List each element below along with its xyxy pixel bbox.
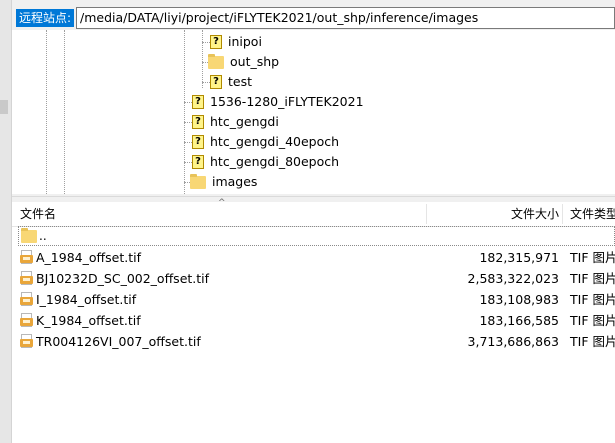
tree-guide-line — [184, 30, 185, 196]
question-mark-icon: ? — [192, 95, 204, 109]
column-divider[interactable] — [562, 204, 563, 224]
column-header-name[interactable]: 文件名 — [20, 202, 56, 226]
file-name: BJ10232D_SC_002_offset.tif — [36, 271, 210, 286]
question-mark-icon: ? — [192, 115, 204, 129]
file-row[interactable]: BJ10232D_SC_002_offset.tif 2,583,322,023… — [12, 268, 615, 289]
remote-site-label: 远程站点: — [16, 9, 75, 27]
file-size: 183,166,585 — [479, 313, 559, 328]
tree-item-label: 1536-1280_iFLYTEK2021 — [210, 94, 364, 109]
column-header-type[interactable]: 文件类型 — [570, 202, 615, 226]
file-row[interactable]: I_1984_offset.tif 183,108,983 TIF 图片 — [12, 289, 615, 310]
tree-item-label: htc_gengdi_80epoch — [210, 154, 340, 169]
tree-item-images[interactable]: images — [190, 172, 259, 192]
file-name: I_1984_offset.tif — [36, 292, 137, 307]
remote-path-input[interactable]: /media/DATA/liyi/project/iFLYTEK2021/out… — [76, 7, 615, 29]
tif-file-icon — [20, 313, 33, 328]
file-list-header: 文件名 ^ 文件大小 文件类型 — [12, 198, 615, 227]
file-row[interactable]: TR004126VI_007_offset.tif 3,713,686,863 … — [12, 331, 615, 352]
tree-item-htc-gengdi-40epoch[interactable]: ? htc_gengdi_40epoch — [192, 132, 341, 152]
file-type: TIF 图片 — [570, 292, 615, 307]
tree-item-label: htc_gengdi_40epoch — [210, 134, 340, 149]
tree-item-label: inipoi — [228, 34, 262, 49]
question-mark-icon: ? — [192, 135, 204, 149]
tree-item-htc-gengdi[interactable]: ? htc_gengdi — [192, 112, 281, 132]
file-row[interactable]: A_1984_offset.tif 182,315,971 TIF 图片 — [12, 247, 615, 268]
file-name: A_1984_offset.tif — [36, 250, 141, 265]
tree-guide-line — [46, 30, 47, 196]
parent-directory-row[interactable]: .. — [18, 226, 615, 246]
question-mark-icon: ? — [210, 75, 222, 89]
file-type: TIF 图片 — [570, 250, 615, 265]
left-pane-edge — [0, 0, 12, 443]
folder-icon — [21, 228, 37, 243]
file-name: TR004126VI_007_offset.tif — [36, 334, 201, 349]
file-type: TIF 图片 — [570, 313, 615, 328]
tree-guide-line — [184, 142, 192, 143]
file-size: 2,583,322,023 — [467, 271, 559, 286]
tree-item-out-shp[interactable]: out_shp — [208, 52, 281, 72]
tree-guide-line — [64, 30, 65, 196]
tree-guide-line — [184, 162, 192, 163]
column-divider[interactable] — [426, 204, 427, 224]
parent-directory-label: .. — [39, 229, 47, 243]
tree-item-inipoi[interactable]: ? inipoi — [210, 32, 264, 52]
file-size: 3,713,686,863 — [467, 334, 559, 349]
tree-guide-line — [184, 122, 192, 123]
file-type: TIF 图片 — [570, 271, 615, 286]
tree-item-1536-1280-iflytek2021[interactable]: ? 1536-1280_iFLYTEK2021 — [192, 92, 366, 112]
file-size: 183,108,983 — [479, 292, 559, 307]
tree-guide-line — [202, 30, 203, 88]
remote-file-list[interactable]: 文件名 ^ 文件大小 文件类型 .. A_1984_offset.tif 182… — [12, 198, 615, 443]
file-row[interactable]: K_1984_offset.tif 183,166,585 TIF 图片 — [12, 310, 615, 331]
tif-file-icon — [20, 334, 33, 349]
remote-directory-tree[interactable]: ? inipoi out_shp ? test ? 1536-1280_iFLY… — [12, 30, 615, 196]
tree-item-htc-gengdi-80epoch[interactable]: ? htc_gengdi_80epoch — [192, 152, 341, 172]
tree-item-label: out_shp — [230, 54, 280, 69]
folder-icon — [190, 173, 206, 189]
scroll-thumb[interactable] — [0, 100, 8, 114]
tree-guide-line — [202, 42, 210, 43]
file-type: TIF 图片 — [570, 334, 615, 349]
question-mark-icon: ? — [192, 155, 204, 169]
tif-file-icon — [20, 292, 33, 307]
question-mark-icon: ? — [210, 35, 222, 49]
tif-file-icon — [20, 271, 33, 286]
folder-icon — [208, 53, 224, 69]
tree-item-test[interactable]: ? test — [210, 72, 254, 92]
file-size: 182,315,971 — [479, 250, 559, 265]
sort-ascending-icon: ^ — [218, 198, 226, 208]
tree-item-label: images — [212, 174, 258, 189]
column-header-size[interactable]: 文件大小 — [511, 202, 559, 226]
tree-item-label: htc_gengdi — [210, 114, 279, 129]
tree-guide-line — [202, 82, 210, 83]
tif-file-icon — [20, 250, 33, 265]
file-name: K_1984_offset.tif — [36, 313, 141, 328]
tree-item-label: test — [228, 74, 253, 89]
tree-guide-line — [184, 102, 192, 103]
